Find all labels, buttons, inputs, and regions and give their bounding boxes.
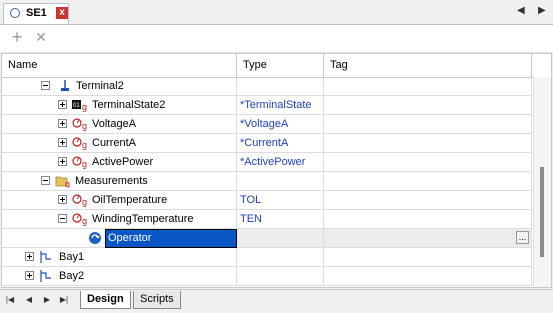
type-cell: *CurrentA <box>240 137 289 149</box>
type-cell: *TerminalState <box>240 99 312 111</box>
bottom-tab-bar: |◀ ◀ ▶ ▶| Design Scripts <box>0 289 553 313</box>
collapse-toggle-icon[interactable] <box>41 176 50 185</box>
scrollbar-thumb[interactable] <box>540 167 544 257</box>
tree-row-terminalstate2[interactable]: 01 g TerminalState2 *TerminalState <box>2 96 532 115</box>
tree-row-oiltemperature[interactable]: g OilTemperature TOL <box>2 191 532 210</box>
row-label: VoltageA <box>92 118 137 130</box>
tree-grid: Name Type Tag Terminal2 01 g TerminalStat… <box>1 53 552 288</box>
terminal-icon <box>61 80 69 91</box>
delete-icon[interactable]: ✕ <box>31 27 51 47</box>
tree-row-activepower[interactable]: g ActivePower *ActivePower <box>2 153 532 172</box>
expand-toggle-icon[interactable] <box>25 252 34 261</box>
column-header-tag[interactable]: Tag <box>324 54 532 77</box>
tree-row-windingtemperature[interactable]: g WindingTemperature TEN <box>2 210 532 229</box>
tree-row-terminal2[interactable]: Terminal2 <box>2 77 532 96</box>
tree-row-operator[interactable]: Operator ... <box>2 229 532 248</box>
analog-signal-icon: g <box>72 213 87 226</box>
column-header-name[interactable]: Name <box>2 54 237 77</box>
folder-icon: g <box>55 176 70 188</box>
last-sheet-icon[interactable]: ▶| <box>59 295 69 305</box>
previous-sheet-icon[interactable]: ◀ <box>24 295 34 305</box>
row-label: TerminalState2 <box>92 99 166 111</box>
analog-signal-icon: g <box>72 194 87 207</box>
tab-close-button[interactable]: x <box>56 7 68 19</box>
svg-text:g: g <box>82 121 87 131</box>
tab-design[interactable]: Design <box>80 291 131 309</box>
operator-icon <box>89 232 101 244</box>
type-cell: TOL <box>240 194 262 206</box>
document-circle-icon <box>10 8 20 18</box>
analog-signal-icon: g <box>72 118 87 131</box>
row-label: CurrentA <box>92 137 137 149</box>
tab-title: SE1 <box>26 7 47 19</box>
vertical-scrollbar[interactable] <box>533 77 551 287</box>
bay-icon <box>40 251 51 263</box>
tab-scroll-left-icon[interactable]: ◀ <box>517 5 525 16</box>
collapse-toggle-icon[interactable] <box>41 81 50 90</box>
row-label: Bay2 <box>59 270 85 282</box>
svg-text:g: g <box>65 179 70 188</box>
document-tab-bar: SE1 x ◀ ▶ <box>0 0 553 25</box>
tab-scripts[interactable]: Scripts <box>133 291 181 309</box>
toolbar: + ✕ <box>0 25 553 53</box>
expand-toggle-icon[interactable] <box>58 119 67 128</box>
ellipsis-button[interactable]: ... <box>516 231 529 244</box>
svg-text:g: g <box>82 140 87 150</box>
expand-toggle-icon[interactable] <box>25 271 34 280</box>
binary-signal-icon: 01 g <box>72 100 87 112</box>
analog-signal-icon: g <box>72 156 87 169</box>
collapse-toggle-icon[interactable] <box>58 214 67 223</box>
svg-text:g: g <box>82 197 87 207</box>
row-label: WindingTemperature <box>92 213 194 225</box>
expand-toggle-icon[interactable] <box>58 100 67 109</box>
operator-name-cell[interactable]: Operator <box>105 229 237 248</box>
tree-row-measurements[interactable]: g Measurements <box>2 172 532 191</box>
row-label: Measurements <box>75 175 148 187</box>
document-tab-se1[interactable]: SE1 x <box>3 3 69 24</box>
tree-row-voltagea[interactable]: g VoltageA *VoltageA <box>2 115 532 134</box>
type-cell: *VoltageA <box>240 118 289 130</box>
row-label: ActivePower <box>92 156 154 168</box>
next-sheet-icon[interactable]: ▶ <box>42 295 52 305</box>
expand-toggle-icon[interactable] <box>58 195 67 204</box>
tree-row-bay2[interactable]: Bay2 <box>2 267 532 286</box>
add-icon[interactable]: + <box>7 27 27 47</box>
row-label: OilTemperature <box>92 194 168 206</box>
row-label: Bay1 <box>59 251 85 263</box>
svg-text:g: g <box>82 102 87 112</box>
expand-toggle-icon[interactable] <box>58 138 67 147</box>
analog-signal-icon: g <box>72 137 87 150</box>
row-label: Terminal2 <box>76 80 124 92</box>
tree-row-currenta[interactable]: g CurrentA *CurrentA <box>2 134 532 153</box>
tree-row-bay1[interactable]: Bay1 <box>2 248 532 267</box>
tab-scroll-right-icon[interactable]: ▶ <box>538 5 546 16</box>
row-label: Operator <box>108 232 152 244</box>
first-sheet-icon[interactable]: |◀ <box>5 295 15 305</box>
column-header-type[interactable]: Type <box>237 54 324 77</box>
bay-icon <box>40 270 51 282</box>
svg-text:g: g <box>82 159 87 169</box>
svg-text:01: 01 <box>73 103 80 109</box>
type-cell: *ActivePower <box>240 156 306 168</box>
svg-text:g: g <box>82 216 87 226</box>
grid-header: Name Type Tag <box>2 54 551 78</box>
type-cell: TEN <box>240 213 262 225</box>
expand-toggle-icon[interactable] <box>58 157 67 166</box>
